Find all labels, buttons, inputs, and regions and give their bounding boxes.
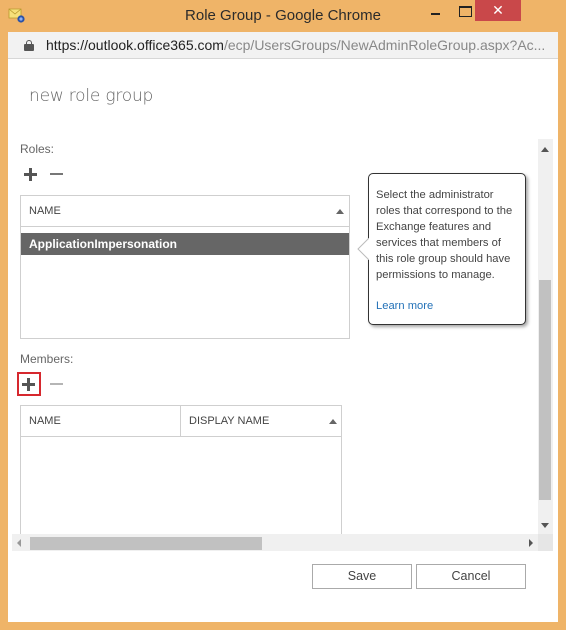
column-header-label: NAME bbox=[29, 205, 61, 217]
vertical-scrollbar[interactable] bbox=[538, 139, 553, 534]
help-callout: Select the administrator roles that corr… bbox=[357, 173, 526, 325]
scroll-down-icon[interactable] bbox=[541, 523, 549, 528]
address-bar[interactable]: https://outlook.office365.com/ecp/UsersG… bbox=[8, 32, 558, 59]
title-bar: Role Group - Google Chrome ✕ bbox=[0, 0, 566, 32]
scroll-right-icon[interactable] bbox=[529, 539, 533, 547]
sort-ascending-icon[interactable] bbox=[336, 209, 344, 214]
lock-icon bbox=[24, 40, 34, 51]
roles-grid: NAME ApplicationImpersonation bbox=[20, 195, 350, 339]
roles-grid-header: NAME bbox=[21, 196, 349, 227]
callout-text: Select the administrator roles that corr… bbox=[376, 189, 513, 281]
scroll-up-icon[interactable] bbox=[541, 147, 549, 152]
column-header-name[interactable]: NAME bbox=[21, 406, 181, 437]
horizontal-scrollbar[interactable] bbox=[12, 534, 538, 551]
close-button[interactable]: ✕ bbox=[475, 0, 521, 21]
members-label: Members: bbox=[20, 352, 74, 366]
url-host: https://outlook.office365.com bbox=[46, 37, 224, 53]
table-row[interactable]: ApplicationImpersonation bbox=[21, 233, 349, 255]
browser-window: Role Group - Google Chrome ✕ https://out… bbox=[0, 0, 566, 630]
dialog-content: new role group Roles: NAME ApplicationIm… bbox=[8, 59, 558, 622]
remove-member-icon[interactable] bbox=[48, 375, 66, 393]
url-path: /ecp/UsersGroups/NewAdminRoleGroup.aspx?… bbox=[223, 37, 546, 53]
horizontal-scroll-thumb[interactable] bbox=[30, 537, 262, 550]
remove-role-icon[interactable] bbox=[48, 165, 66, 183]
column-header-display-name[interactable]: DISPLAY NAME bbox=[181, 406, 341, 437]
column-header-name[interactable]: NAME bbox=[21, 196, 349, 227]
page-title: new role group bbox=[29, 86, 154, 106]
cancel-button[interactable]: Cancel bbox=[416, 564, 526, 589]
add-member-icon[interactable] bbox=[20, 375, 38, 393]
url-text[interactable]: https://outlook.office365.com/ecp/UsersG… bbox=[46, 37, 545, 53]
column-header-label: NAME bbox=[29, 415, 61, 427]
callout-pointer bbox=[357, 238, 369, 260]
members-grid-header: NAME DISPLAY NAME bbox=[21, 406, 341, 437]
sort-ascending-icon[interactable] bbox=[329, 419, 337, 424]
vertical-scroll-thumb[interactable] bbox=[539, 280, 551, 500]
learn-more-link[interactable]: Learn more bbox=[376, 298, 518, 314]
roles-label: Roles: bbox=[20, 142, 55, 156]
column-header-label: DISPLAY NAME bbox=[189, 415, 270, 427]
minimize-button[interactable] bbox=[422, 0, 448, 21]
role-name: ApplicationImpersonation bbox=[29, 237, 178, 251]
members-grid: NAME DISPLAY NAME bbox=[20, 405, 342, 545]
save-button[interactable]: Save bbox=[312, 564, 412, 589]
scrollbar-corner bbox=[538, 534, 553, 551]
add-role-icon[interactable] bbox=[22, 165, 40, 183]
scroll-left-icon[interactable] bbox=[17, 539, 21, 547]
